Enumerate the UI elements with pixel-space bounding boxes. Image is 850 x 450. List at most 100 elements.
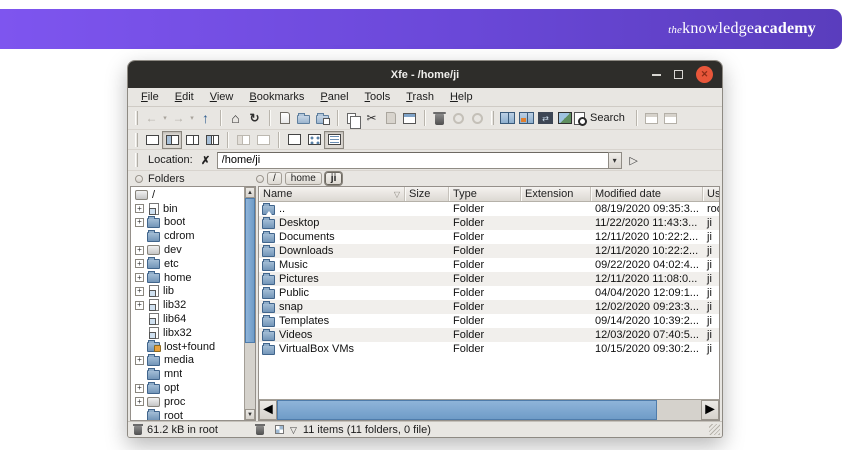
expander-icon[interactable] [135,384,144,393]
restore-from-trash-button[interactable] [449,108,468,128]
cut-button[interactable] [362,108,381,128]
file-row-virtualbox-vms[interactable]: VirtualBox VMsFolder10/15/2020 09:30:2..… [259,342,719,356]
tree-item-lost-found[interactable]: lost+found [131,340,244,354]
column-header-modified[interactable]: Modified date [591,187,703,201]
titlebar[interactable]: Xfe - /home/ji [128,61,722,88]
column-header-size[interactable]: Size [405,187,449,201]
file-row-pictures[interactable]: PicturesFolder12/11/2020 11:08:0...ji [259,272,719,286]
expander-icon[interactable] [135,246,144,255]
tree-item-opt[interactable]: opt [131,381,244,395]
search-button[interactable]: Search [574,108,631,128]
expander-icon[interactable] [135,356,144,365]
horizontal-scrollbar[interactable] [258,399,720,421]
column-header-name[interactable]: Name [259,187,405,201]
horizontal-split-button[interactable] [253,131,273,149]
path-button-home[interactable]: home [285,172,322,185]
folders-toggle-icon[interactable] [135,175,143,183]
tree-item-bin[interactable]: bin [131,202,244,216]
minimize-button[interactable] [652,74,661,76]
expander-icon[interactable] [135,397,144,406]
back-history-caret[interactable] [161,108,169,128]
tree-item-etc[interactable]: etc [131,257,244,271]
file-row-documents[interactable]: DocumentsFolder12/11/2020 10:22:2...ji [259,230,719,244]
expander-icon[interactable] [135,273,144,282]
paste-button[interactable] [381,108,400,128]
new-file-button[interactable] [275,108,294,128]
toolbar-grip[interactable] [135,133,138,147]
toolbar-grip[interactable] [491,111,494,125]
menu-tools[interactable]: Tools [357,89,399,105]
maximize-button[interactable] [674,70,683,79]
back-button[interactable] [142,108,161,128]
tree-item-lib32[interactable]: lib32 [131,298,244,312]
tree-item-lib64[interactable]: lib64 [131,312,244,326]
path-button-ji[interactable]: ji [325,172,343,185]
scroll-up-button[interactable] [245,187,255,198]
toolbar-grip[interactable] [135,153,138,167]
one-panel-button[interactable] [142,131,162,149]
delete-button[interactable] [468,108,487,128]
file-row-public[interactable]: PublicFolder04/04/2020 12:09:1...ji [259,286,719,300]
tree-item-proc[interactable]: proc [131,395,244,409]
menu-help[interactable]: Help [442,89,481,105]
column-header-extension[interactable]: Extension [521,187,591,201]
move-to-trash-button[interactable] [430,108,449,128]
toolbar-grip[interactable] [135,111,138,125]
file-row-music[interactable]: MusicFolder09/22/2020 04:02:4...ji [259,258,719,272]
file-row-desktop[interactable]: DesktopFolder11/22/2020 11:43:3...ji [259,216,719,230]
small-icons-view-button[interactable] [304,131,324,149]
big-icons-view-button[interactable] [284,131,304,149]
expander-icon[interactable] [135,204,144,213]
tree-scrollbar[interactable] [244,187,255,420]
thumbnails-toggle-icon[interactable] [275,425,284,434]
new-symlink-button[interactable] [313,108,332,128]
expander-icon[interactable] [135,287,144,296]
tree-item-libx32[interactable]: libx32 [131,326,244,340]
tree-scrollbar-track[interactable] [245,343,255,409]
horizontal-scrollbar-track[interactable] [657,400,701,420]
horizontal-scrollbar-thumb[interactable] [277,400,657,420]
two-panels-button[interactable] [182,131,202,149]
column-header-type[interactable]: Type [449,187,521,201]
forward-button[interactable] [169,108,188,128]
tree-item-dev[interactable]: dev [131,243,244,257]
tree-panel-button[interactable] [517,108,536,128]
detailed-list-view-button[interactable] [324,131,344,149]
location-dropdown-button[interactable] [608,152,622,169]
file-row-snap[interactable]: snapFolder12/02/2020 09:23:3...ji [259,300,719,314]
copy-button[interactable] [343,108,362,128]
scroll-right-button[interactable] [701,400,719,420]
tree-item-home[interactable]: home [131,271,244,285]
clear-location-button[interactable] [199,152,213,168]
menu-bookmarks[interactable]: Bookmarks [241,89,312,105]
undo-button[interactable] [642,108,661,128]
path-toggle-icon[interactable] [256,175,264,183]
file-row-templates[interactable]: TemplatesFolder09/14/2020 10:39:2...ji [259,314,719,328]
tree-item-cdrom[interactable]: cdrom [131,229,244,243]
tree-item-boot[interactable]: boot [131,216,244,230]
menu-panel[interactable]: Panel [312,89,356,105]
tree-item-media[interactable]: media [131,354,244,368]
filter-icon[interactable] [290,424,297,436]
tree-scrollbar-thumb[interactable] [245,198,255,343]
forward-history-caret[interactable] [188,108,196,128]
location-input[interactable] [217,152,609,169]
path-button-root[interactable]: / [267,172,282,185]
tree-item-mnt[interactable]: mnt [131,367,244,381]
column-header-user[interactable]: User [703,187,719,201]
vertical-panels-button[interactable] [233,131,253,149]
menu-file[interactable]: File [133,89,167,105]
trash-icon[interactable] [256,426,264,435]
new-folder-button[interactable] [294,108,313,128]
menu-trash[interactable]: Trash [398,89,442,105]
tree-and-panel-button[interactable] [162,131,182,149]
menu-edit[interactable]: Edit [167,89,202,105]
close-button[interactable] [696,66,713,83]
expander-icon[interactable] [135,259,144,268]
resize-grip[interactable] [709,424,720,435]
scroll-down-button[interactable] [245,409,255,420]
properties-button[interactable] [400,108,419,128]
tree-item-root[interactable]: / [131,188,244,202]
go-button[interactable] [626,151,642,169]
menu-view[interactable]: View [202,89,242,105]
